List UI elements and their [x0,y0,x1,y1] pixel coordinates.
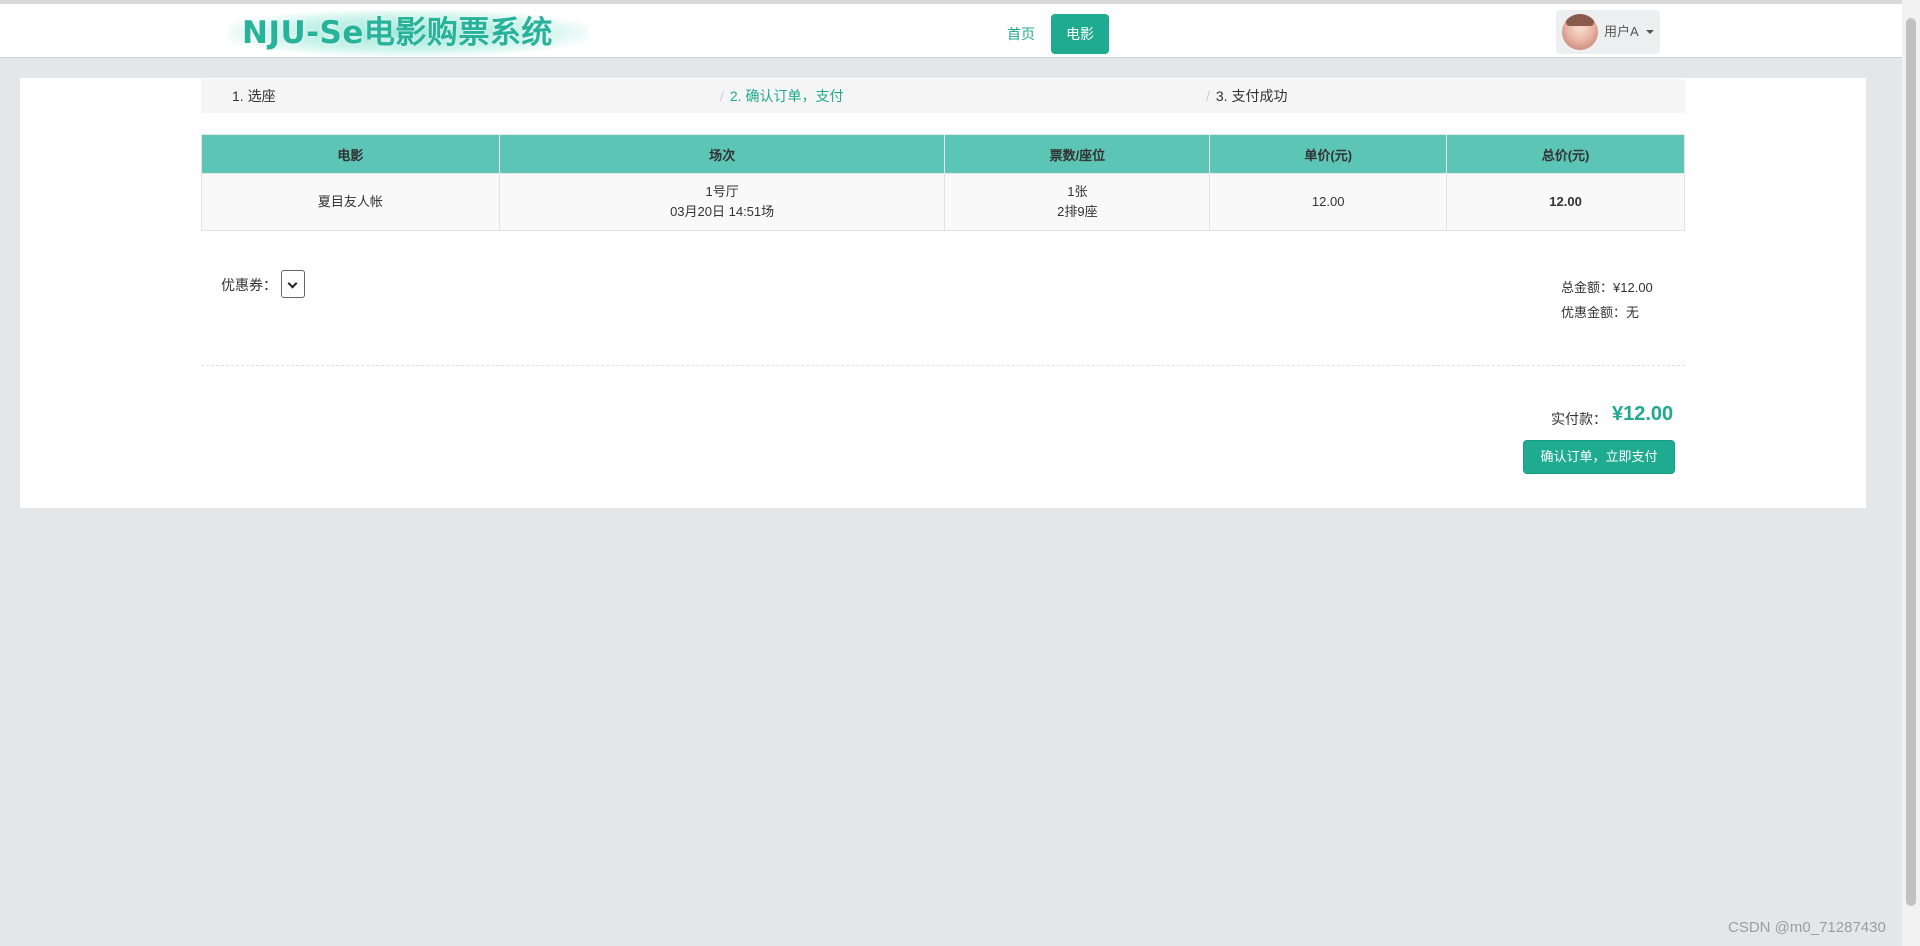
actual-payment-amount: ¥12.00 [1612,403,1674,425]
user-name: 用户A [1604,24,1639,39]
hall-name: 1号厅 [705,184,739,199]
total-amount-line: 总金额：¥12.00 [1561,275,1653,300]
coupon-select[interactable] [281,270,305,298]
order-summary: 总金额：¥12.00 优惠金额：无 [1561,275,1653,325]
cell-showtime: 1号厅 03月20日 14:51场 [498,173,946,231]
discount-amount-value: 无 [1626,305,1640,320]
col-header-movie: 电影 [201,134,500,174]
col-header-unit-price: 单价(元) [1209,134,1448,174]
confirm-pay-button[interactable]: 确认订单，立即支付 [1523,440,1675,474]
cell-movie: 夏目友人帐 [201,173,500,231]
site-logo[interactable]: NJU-Se电影购票系统 [228,10,588,56]
actual-payment-label: 实付款： [1551,411,1607,427]
avatar [1562,14,1598,50]
col-header-tickets-seats: 票数/座位 [944,134,1211,174]
step-separator: / [720,88,724,104]
cell-tickets-seats: 1张 2排9座 [944,173,1211,231]
nav-home-link[interactable]: 首页 [1000,14,1042,54]
seat-position: 2排9座 [1057,204,1098,219]
order-table: 电影 场次 票数/座位 单价(元) 总价(元) 夏目友人帐 1号厅 03月20日… [201,134,1685,231]
total-amount-label: 总金额： [1561,280,1614,295]
table-row: 夏目友人帐 1号厅 03月20日 14:51场 1张 2排9座 12.00 12… [201,173,1685,231]
discount-amount-line: 优惠金额：无 [1561,300,1653,325]
col-header-showtime: 场次 [498,134,946,174]
caret-down-icon [1646,30,1654,34]
user-menu-dropdown[interactable]: 用户A [1556,10,1660,54]
step-confirm-pay: / 2. 确认订单，支付 [720,79,843,113]
progress-steps: 1. 选座 / 2. 确认订单，支付 / 3. 支付成功 [201,79,1685,113]
show-time: 03月20日 14:51场 [670,204,775,219]
discount-amount-label: 优惠金额： [1561,305,1627,320]
divider [201,365,1685,366]
step-pay-success-label: 3. 支付成功 [1215,88,1288,104]
col-header-total-price: 总价(元) [1446,134,1685,174]
cell-total-price: 12.00 [1446,173,1685,231]
step-separator: / [1206,88,1210,104]
scrollbar-thumb[interactable] [1906,18,1916,906]
step-confirm-pay-label: 2. 确认订单，支付 [729,88,844,104]
ticket-count: 1张 [1067,184,1088,199]
table-header-row: 电影 场次 票数/座位 单价(元) 总价(元) [201,134,1685,174]
step-select-seat: 1. 选座 [232,88,276,104]
step-pay-success: / 3. 支付成功 [1206,79,1287,113]
total-amount-value: ¥12.00 [1613,280,1653,295]
nav-movie-link[interactable]: 电影 [1051,14,1109,54]
navbar: NJU-Se电影购票系统 首页 电影 用户A [0,4,1902,58]
vertical-scrollbar[interactable] [1902,0,1920,946]
watermark: CSDN @m0_71287430 [1728,919,1886,936]
coupon-label: 优惠券： [221,277,277,293]
cell-unit-price: 12.00 [1209,173,1448,231]
